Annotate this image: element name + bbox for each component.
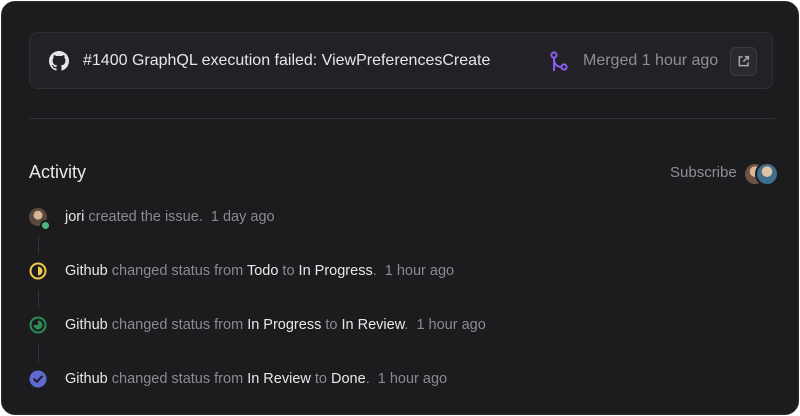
timeline-connector [38, 290, 39, 308]
avatar [755, 162, 779, 186]
activity-event: Github changed status from In Progress t… [29, 316, 629, 338]
event-from-status: In Progress [247, 317, 322, 333]
activity-event: jori created the issue. 1 day ago [29, 208, 629, 231]
presence-dot-icon [40, 220, 51, 231]
event-actor[interactable]: Github [65, 317, 108, 333]
open-pull-request-button[interactable] [730, 47, 757, 76]
event-to-word: to [325, 317, 338, 333]
event-actor[interactable]: Github [65, 371, 108, 387]
pull-request-status: Merged 1 hour ago [583, 52, 719, 69]
event-actor[interactable]: jori [65, 209, 84, 225]
event-time: 1 day ago [210, 209, 275, 225]
github-icon [49, 51, 69, 71]
subscribe-button[interactable]: Subscribe [670, 164, 737, 181]
activity-event: Github changed status from Todo to In Pr… [29, 262, 629, 284]
event-to-status: In Progress [298, 263, 373, 279]
timeline-connector [38, 236, 39, 254]
activity-heading: Activity [29, 162, 87, 182]
activity-event: Github changed status from In Review to … [29, 370, 629, 392]
linked-pull-request[interactable]: #1400 GraphQL execution failed: ViewPref… [29, 32, 773, 89]
pull-request-title[interactable]: #1400 GraphQL execution failed: ViewPref… [83, 52, 490, 70]
section-divider [29, 118, 775, 119]
event-to-status: Done [331, 371, 366, 387]
event-verb: changed status from [111, 371, 244, 387]
subscriber-avatars[interactable] [743, 162, 779, 186]
event-from-status: Todo [246, 263, 279, 279]
event-verb: changed status from [111, 317, 244, 333]
in-review-status-icon [29, 316, 47, 334]
external-link-icon [738, 55, 750, 67]
issue-activity-panel: #1400 GraphQL execution failed: ViewPref… [1, 1, 799, 415]
event-verb: created the issue. [88, 209, 203, 225]
event-to-status: In Review [341, 317, 405, 333]
event-actor[interactable]: Github [65, 263, 108, 279]
event-from-status: In Review [247, 371, 311, 387]
done-status-icon [29, 370, 47, 388]
event-time: 1 hour ago [416, 317, 486, 333]
event-verb: changed status from [111, 263, 244, 279]
timeline-connector [38, 344, 39, 362]
in-progress-status-icon [29, 262, 47, 280]
event-time: 1 hour ago [377, 371, 448, 387]
event-time: 1 hour ago [384, 263, 455, 279]
event-to-word: to [282, 263, 295, 279]
merge-icon [550, 51, 568, 71]
event-to-word: to [314, 371, 327, 387]
